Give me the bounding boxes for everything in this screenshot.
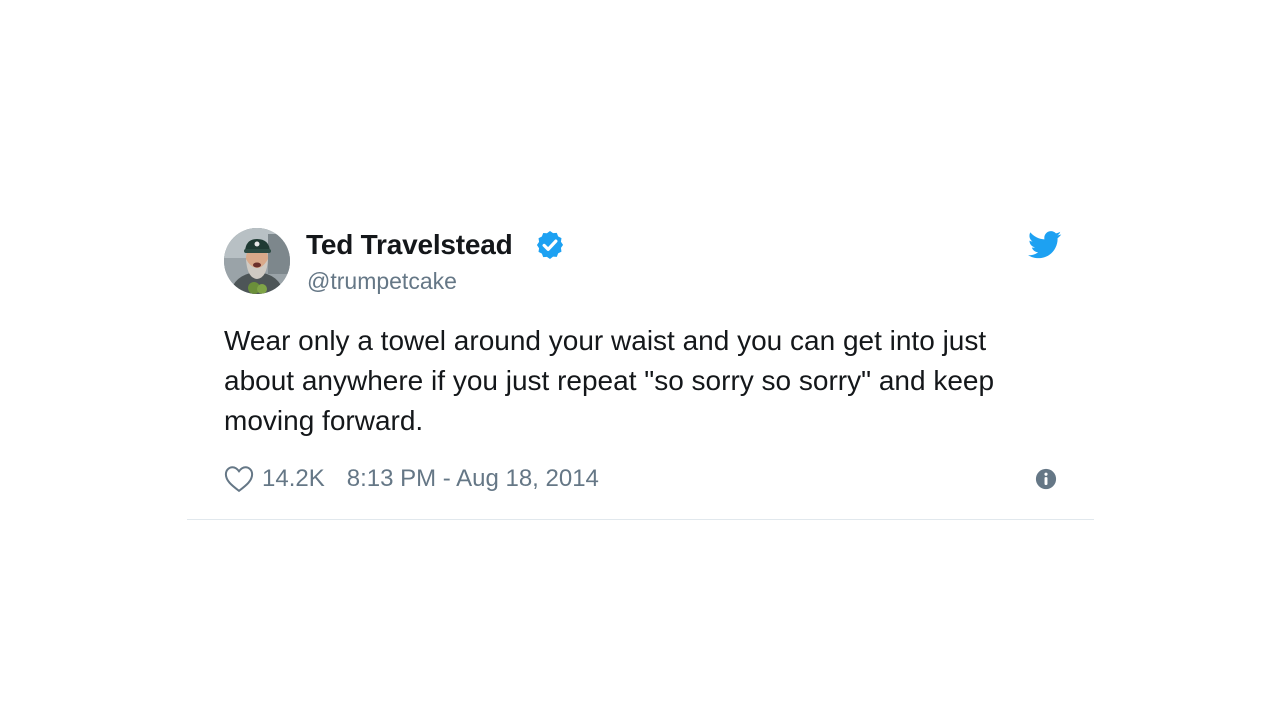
info-icon[interactable] xyxy=(1035,468,1057,490)
tweet-footer: 14.2K 8:13 PM - Aug 18, 2014 xyxy=(224,462,599,496)
like-count[interactable]: 14.2K xyxy=(262,465,325,493)
tweet-timestamp[interactable]: 8:13 PM - Aug 18, 2014 xyxy=(347,465,599,493)
avatar-image xyxy=(224,228,290,294)
tweet-text: Wear only a towel around your waist and … xyxy=(224,325,995,436)
tweet-card: Ted Travelstead @trumpetcake Wear only a… xyxy=(187,196,1094,520)
author-name[interactable]: Ted Travelstead xyxy=(306,229,513,261)
author-avatar[interactable] xyxy=(224,228,290,294)
twitter-bird-icon[interactable] xyxy=(1028,231,1062,259)
heart-icon[interactable] xyxy=(224,465,254,493)
author-handle[interactable]: @trumpetcake xyxy=(307,268,457,295)
verified-badge-icon xyxy=(536,231,564,259)
